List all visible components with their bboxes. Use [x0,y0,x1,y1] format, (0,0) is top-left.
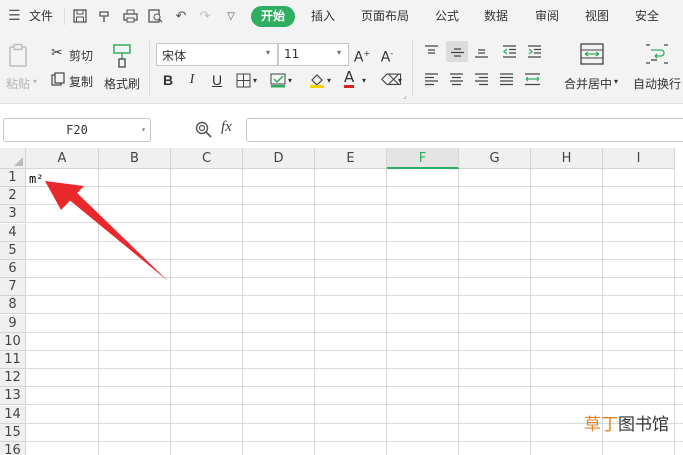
watermark-part1: 草丁 [584,415,618,435]
watermark-part2: 图书馆 [618,415,669,435]
annotation-arrow-icon [45,181,168,281]
watermark: 草丁图书馆 [584,410,669,435]
